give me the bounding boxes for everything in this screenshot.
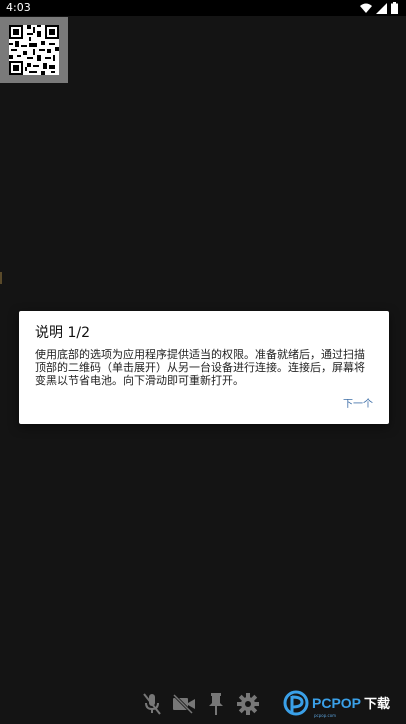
svg-text:PCPOP: PCPOP <box>312 695 361 711</box>
status-bar: 4:03 <box>0 0 406 16</box>
signal-icon <box>376 2 387 17</box>
qr-code-tile[interactable] <box>0 17 68 83</box>
pin-icon[interactable] <box>204 690 228 718</box>
svg-text:pcpop.com: pcpop.com <box>314 713 336 718</box>
dialog-title: 说明 1/2 <box>35 325 90 341</box>
edge-mark <box>0 272 2 284</box>
instruction-dialog: 说明 1/2 使用底部的选项为应用程序提供适当的权限。准备就绪后，通过扫描顶部的… <box>19 311 389 424</box>
gear-icon[interactable] <box>236 690 260 718</box>
wifi-icon <box>360 3 372 17</box>
pcpop-watermark-logo: PCPOP 下载 pcpop.com <box>282 686 406 720</box>
svg-text:下载: 下载 <box>364 696 390 712</box>
bottom-control-bar <box>140 688 260 720</box>
status-time: 4:03 <box>6 1 31 14</box>
video-off-icon[interactable] <box>172 690 196 718</box>
qr-code-icon <box>9 25 59 75</box>
dialog-body: 使用底部的选项为应用程序提供适当的权限。准备就绪后，通过扫描顶部的二维码（单击展… <box>35 348 365 387</box>
mic-off-icon[interactable] <box>140 690 164 718</box>
status-icons <box>360 2 398 17</box>
next-button[interactable]: 下一个 <box>343 399 373 411</box>
battery-icon <box>391 2 398 17</box>
